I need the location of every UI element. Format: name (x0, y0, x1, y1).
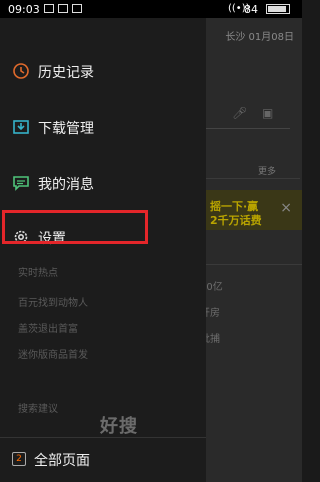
all-pages-button[interactable]: 2 全部页面 (0, 437, 206, 482)
status-bar: 09:03 ((•)) 84 (0, 0, 302, 18)
battery-icon (266, 4, 290, 14)
more-label[interactable]: 更多 (258, 164, 276, 177)
camera-icon[interactable]: ▣ (262, 106, 273, 120)
image-icon (72, 4, 82, 13)
notification-icon (44, 4, 54, 13)
download-icon (13, 120, 29, 134)
faint-text: 盖茨退出首富 (18, 324, 78, 335)
menu-item-history[interactable]: 历史记录 (0, 50, 206, 94)
menu-item-label: 历史记录 (38, 65, 94, 81)
clock-icon (13, 63, 29, 79)
watermark: 好搜 (100, 416, 138, 437)
faint-text: 迷你版商品首发 (18, 350, 88, 361)
menu-item-label: 我的消息 (38, 177, 94, 193)
menu-item-label: 下载管理 (38, 121, 94, 137)
menu-item-messages[interactable]: 我的消息 (0, 162, 206, 206)
close-icon[interactable]: × (280, 200, 292, 216)
city-date: 长沙 01月08日 (225, 32, 294, 43)
menu-item-downloads[interactable]: 下载管理 (0, 106, 206, 150)
message-icon (13, 176, 29, 191)
faint-text: 百元找到动物人 (18, 298, 88, 309)
all-pages-label: 全部页面 (34, 453, 90, 469)
microphone-icon[interactable]: 🎤︎ (232, 106, 247, 120)
notification-icon (58, 4, 68, 13)
faint-text: 实时热点 (18, 268, 58, 279)
settings-highlight-box (2, 210, 148, 244)
banner-line2: 2千万话费 (210, 214, 262, 227)
faint-text: 搜索建议 (18, 404, 58, 415)
status-time: 09:03 (8, 3, 40, 16)
battery-level: 84 (244, 3, 258, 16)
page-count-badge: 2 (12, 452, 26, 466)
